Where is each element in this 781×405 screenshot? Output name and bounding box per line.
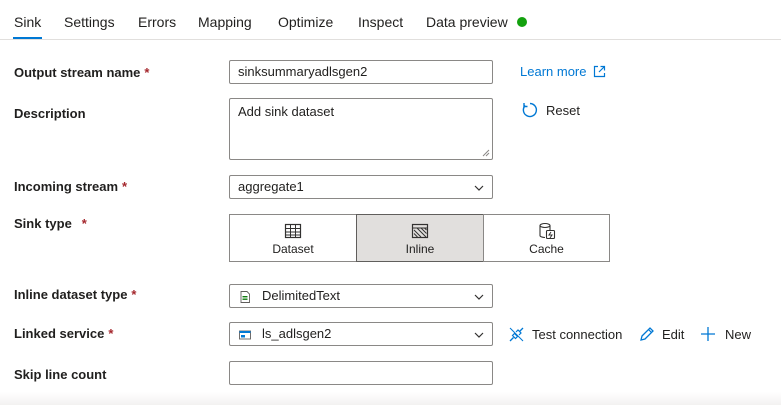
reset-icon: [522, 102, 538, 118]
incoming-stream-select[interactable]: aggregate1: [229, 175, 493, 199]
test-connection-button[interactable]: Test connection: [508, 326, 622, 343]
cache-icon: [538, 222, 555, 240]
required-marker: *: [108, 326, 114, 341]
linked-service-label: Linked service *: [14, 326, 114, 341]
sink-type-option-label: Dataset: [272, 242, 314, 256]
tab-data-preview[interactable]: Data preview: [426, 13, 508, 31]
tab-mapping[interactable]: Mapping: [198, 13, 252, 31]
chevron-down-icon: [474, 332, 484, 338]
description-label: Description: [14, 106, 86, 121]
tab-errors[interactable]: Errors: [138, 13, 176, 31]
skip-line-count-input[interactable]: [229, 361, 493, 385]
table-icon: [284, 223, 302, 239]
required-marker: *: [81, 216, 87, 231]
new-button[interactable]: New: [700, 326, 751, 343]
output-stream-name-label: Output stream name *: [14, 65, 150, 80]
linked-service-select[interactable]: ls_adlsgen2: [229, 322, 493, 346]
learn-more-link[interactable]: Learn more: [520, 64, 606, 80]
tab-settings[interactable]: Settings: [64, 13, 115, 31]
sink-type-option-label: Inline: [405, 242, 435, 256]
output-stream-name-input[interactable]: sinksummaryadlsgen2: [229, 60, 493, 84]
tab-sink[interactable]: Sink: [14, 13, 41, 31]
inline-dataset-icon: [411, 223, 429, 239]
tab-optimize[interactable]: Optimize: [278, 13, 333, 31]
required-marker: *: [122, 179, 128, 194]
edit-button[interactable]: Edit: [639, 326, 684, 343]
sink-type-option-cache[interactable]: Cache: [483, 214, 610, 262]
edit-icon: [640, 327, 654, 341]
bottom-edge-shadow: [0, 392, 781, 405]
delimited-text-icon: [240, 291, 250, 303]
sink-type-option-dataset[interactable]: Dataset: [229, 214, 357, 262]
adls-gen2-icon: [239, 330, 251, 340]
chevron-down-icon: [474, 185, 484, 191]
sink-type-label: Sink type *: [14, 216, 87, 231]
required-marker: *: [131, 287, 137, 302]
tab-bar: Sink Settings Errors Mapping Optimize In…: [0, 0, 781, 40]
incoming-stream-label: Incoming stream *: [14, 179, 128, 194]
required-marker: *: [144, 65, 150, 80]
skip-line-count-label: Skip line count: [14, 367, 107, 382]
active-tab-indicator: [13, 37, 42, 39]
resize-grip-icon[interactable]: [482, 149, 490, 157]
tab-inspect[interactable]: Inspect: [358, 13, 403, 31]
test-connection-icon: [509, 327, 524, 342]
chevron-down-icon: [474, 294, 484, 300]
open-external-icon: [594, 65, 606, 78]
plus-icon: [701, 327, 715, 341]
sink-type-option-inline[interactable]: Inline: [356, 214, 484, 262]
status-indicator-dot: [517, 17, 527, 27]
inline-dataset-type-label: Inline dataset type *: [14, 287, 137, 302]
sink-type-option-label: Cache: [529, 242, 564, 256]
inline-dataset-type-select[interactable]: DelimitedText: [229, 284, 493, 308]
description-textarea[interactable]: Add sink dataset: [229, 98, 493, 160]
